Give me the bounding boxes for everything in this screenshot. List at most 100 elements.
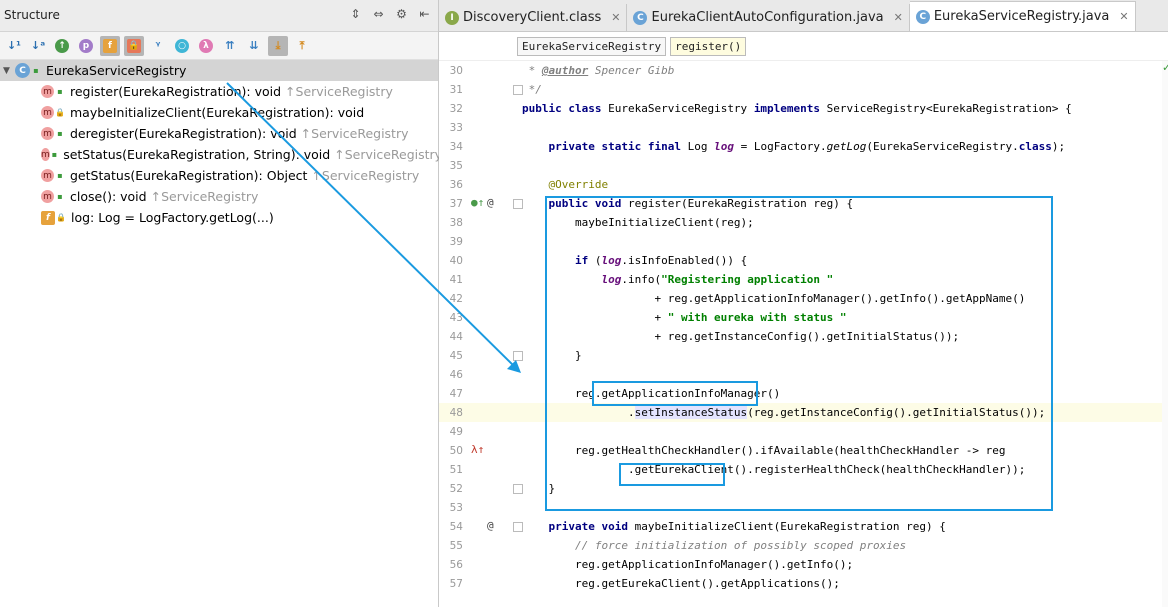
code-line[interactable]: 35 <box>439 156 1168 175</box>
class-icon: C <box>15 63 30 78</box>
code-line[interactable]: 33 <box>439 118 1168 137</box>
public-icon: ▪ <box>57 87 63 96</box>
tree-item[interactable]: m 🔒 maybeInitializeClient(EurekaRegistrati… <box>0 102 438 123</box>
line-number: 35 <box>449 160 463 172</box>
tree-item[interactable]: m ▪ deregister(EurekaRegistration): void ↑S… <box>0 123 438 144</box>
inherited-icon[interactable]: ↑ <box>52 36 72 56</box>
public-icon: ▪ <box>33 66 39 75</box>
interface-icon[interactable]: ○ <box>172 36 192 56</box>
annotation-icon[interactable]: @ <box>487 519 494 532</box>
code-line[interactable]: 40 if (log.isInfoEnabled()) { <box>439 251 1168 270</box>
code-line[interactable]: 34 private static final Log log = LogFac… <box>439 137 1168 156</box>
code-line[interactable]: 44 + reg.getInstanceConfig().getInitialS… <box>439 327 1168 346</box>
code-text: public class EurekaServiceRegistry imple… <box>522 102 1072 115</box>
expand-all-icon[interactable]: ⇈ <box>220 36 240 56</box>
editor-tab[interactable]: C EurekaServiceRegistry.java ✕ <box>909 1 1136 31</box>
annotation-icon[interactable]: @ <box>487 196 494 209</box>
properties-icon[interactable]: p <box>76 36 96 56</box>
line-number: 44 <box>449 331 463 343</box>
line-number: 31 <box>449 84 463 96</box>
class-file-icon: I <box>445 10 459 25</box>
code-line[interactable]: 36 @Override <box>439 175 1168 194</box>
code-line[interactable]: 48 .setInstanceStatus(reg.getInstanceCon… <box>439 403 1168 422</box>
code-line[interactable]: 49 <box>439 422 1168 441</box>
collapse-all-icon[interactable]: ⇊ <box>244 36 264 56</box>
code-line[interactable]: 52 } <box>439 479 1168 498</box>
tree-root-label: EurekaServiceRegistry <box>46 63 187 78</box>
expand-icon[interactable]: ⇕ <box>348 6 363 21</box>
code-text: // force initialization of possibly scop… <box>574 539 907 552</box>
code-line[interactable]: 54 @ private void maybeInitializeClient(E… <box>439 517 1168 536</box>
lambda-icon[interactable]: λ <box>196 36 216 56</box>
line-number: 53 <box>449 502 463 514</box>
editor-tab[interactable]: C EurekaClientAutoConfiguration.java ✕ <box>627 4 910 31</box>
code-line[interactable]: 57 reg.getEurekaClient().getApplications… <box>439 574 1168 593</box>
code-line[interactable]: 51 .getEurekaClient().registerHealthChec… <box>439 460 1168 479</box>
close-icon[interactable]: ✕ <box>1119 10 1128 23</box>
line-number: 43 <box>449 312 463 324</box>
editor-tab[interactable]: I DiscoveryClient.class ✕ <box>439 4 628 31</box>
code-line[interactable]: 43 + " with eureka with status " <box>439 308 1168 327</box>
implements-icon[interactable]: λ↑ <box>471 443 484 456</box>
inherited-from-label: ↑ServiceRegistry <box>311 168 420 183</box>
code-line[interactable]: 45 } <box>439 346 1168 365</box>
anonymous-classes-icon[interactable]: ᵞ <box>148 36 168 56</box>
code-line[interactable]: 53 <box>439 498 1168 517</box>
tree-item[interactable]: m ▪ register(EurekaRegistration): void ↑Ser… <box>0 81 438 102</box>
gear-icon[interactable]: ⚙ <box>394 6 409 21</box>
code-line[interactable]: 46 <box>439 365 1168 384</box>
autoscroll-from-source-icon[interactable]: ⤒ <box>292 36 312 56</box>
implements-icon[interactable]: ●↑ <box>471 196 484 209</box>
code-line[interactable]: 37 ●↑ @ public void register(EurekaRegistr… <box>439 194 1168 213</box>
code-line[interactable]: 30 * @author Spencer Gibb <box>439 61 1168 80</box>
code-text: + reg.getApplicationInfoManager().getInf… <box>522 292 1026 305</box>
code-line[interactable]: 42 + reg.getApplicationInfoManager().get… <box>439 289 1168 308</box>
code-line[interactable]: 47 reg.getApplicationInfoManager() <box>439 384 1168 403</box>
code-line[interactable]: 55 // force initialization of possibly s… <box>439 536 1168 555</box>
structure-title: Structure <box>4 8 60 22</box>
close-icon[interactable]: ✕ <box>894 11 903 24</box>
autoscroll-to-source-icon[interactable]: ⤓ <box>268 35 288 56</box>
close-icon[interactable]: ✕ <box>611 11 620 24</box>
hide-panel-icon[interactable]: ⇤ <box>417 6 432 21</box>
breadcrumb-method[interactable]: register() <box>670 36 747 56</box>
code-text: private void maybeInitializeClient(Eurek… <box>548 520 946 533</box>
code-text: + " with eureka with status " <box>522 311 847 324</box>
tree-item-label: deregister(EurekaRegistration): void <box>70 126 297 141</box>
collapse-icon[interactable]: ⇔ <box>371 6 386 21</box>
code-line[interactable]: 39 <box>439 232 1168 251</box>
code-text: + reg.getInstanceConfig().getInitialStat… <box>522 330 960 343</box>
breadcrumb-class[interactable]: EurekaServiceRegistry <box>517 36 667 56</box>
code-text: } <box>522 349 582 362</box>
editor: I DiscoveryClient.class ✕ C EurekaClientAuto… <box>439 0 1168 607</box>
show-non-public-icon[interactable]: 🔒 <box>124 35 144 56</box>
tree-item-label: close(): void <box>70 189 147 204</box>
chevron-down-icon[interactable]: ▼ <box>3 66 15 76</box>
tree-item[interactable]: m ▪ close(): void ↑ServiceRegistry <box>0 186 438 207</box>
inherited-from-label: ↑ServiceRegistry <box>285 84 393 99</box>
code-line[interactable]: 31 */ <box>439 80 1168 99</box>
line-number: 48 <box>449 407 463 419</box>
show-fields-icon[interactable]: f <box>100 35 120 56</box>
gutter-markers[interactable]: ●↑ @ <box>467 196 517 212</box>
code-line[interactable]: 56 reg.getApplicationInfoManager().getIn… <box>439 555 1168 574</box>
sort-visibility-icon[interactable]: ↓¹ <box>4 36 24 56</box>
code-line[interactable]: 41 log.info("Registering application " <box>439 270 1168 289</box>
code-text: .setInstanceStatus(reg.getInstanceConfig… <box>522 406 1046 419</box>
java-class-icon: C <box>633 10 648 25</box>
code-text: reg.getHealthCheckHandler().ifAvailable(… <box>522 444 1006 457</box>
sort-alpha-icon[interactable]: ↓ᵃ <box>28 36 48 56</box>
tree-item-label: maybeInitializeClient(EurekaRegistration… <box>70 105 365 120</box>
code-area[interactable]: 30 * @author Spencer Gibb 31 */32 public c… <box>439 61 1168 593</box>
gutter-markers[interactable]: @ <box>467 519 517 535</box>
line-number: 56 <box>449 559 463 571</box>
code-line[interactable]: 38 maybeInitializeClient(reg); <box>439 213 1168 232</box>
gutter-markers[interactable]: λ↑ <box>467 443 517 459</box>
code-line[interactable]: 32 public class EurekaServiceRegistry imp… <box>439 99 1168 118</box>
tree-root[interactable]: ▼ C ▪ EurekaServiceRegistry <box>0 60 438 81</box>
tree-item[interactable]: m ▪ setStatus(EurekaRegistration, String):… <box>0 144 442 165</box>
tree-item[interactable]: m ▪ getStatus(EurekaRegistration): Object ↑… <box>0 165 438 186</box>
code-line[interactable]: 50 λ↑ reg.getHealthCheckHandler().ifAvail… <box>439 441 1168 460</box>
tree-item[interactable]: f 🔒 log: Log = LogFactory.getLog(...) <box>0 207 438 228</box>
inherited-from-label: ↑ServiceRegistry <box>334 147 443 162</box>
